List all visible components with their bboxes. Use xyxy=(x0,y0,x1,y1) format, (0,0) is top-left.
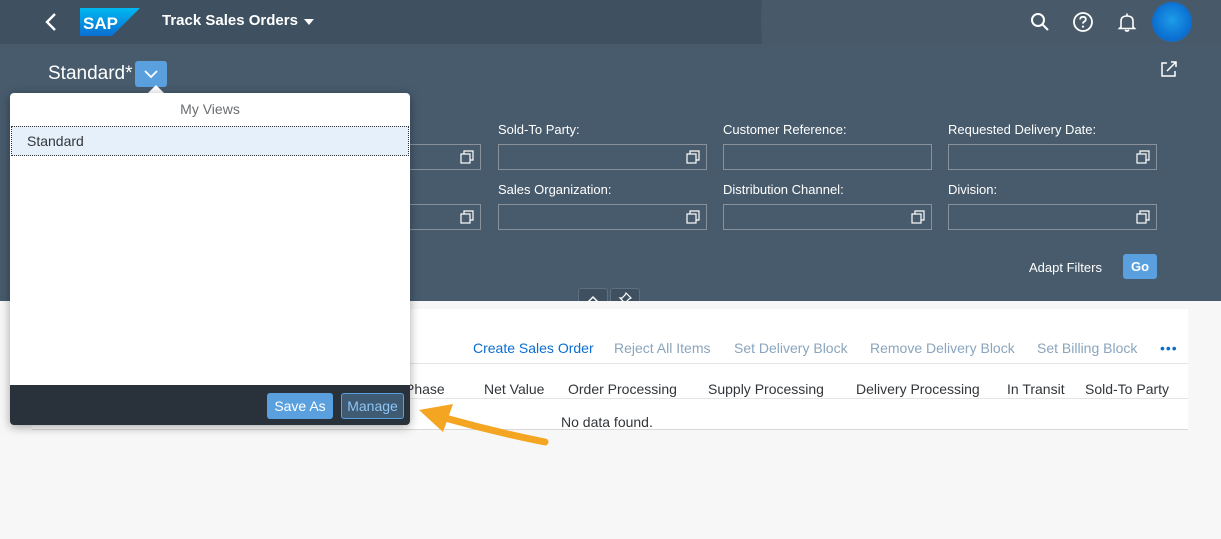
filter-label-requested-delivery-date: Requested Delivery Date: xyxy=(948,122,1097,137)
shell-bar: SAP Track Sales Orders xyxy=(0,0,1221,44)
column-header-net-value[interactable]: Net Value xyxy=(484,381,544,397)
distribution-channel-input[interactable] xyxy=(723,204,932,230)
value-help-icon[interactable] xyxy=(686,150,700,164)
filter-label-customer-reference: Customer Reference: xyxy=(723,122,847,137)
division-input[interactable] xyxy=(948,204,1157,230)
back-icon xyxy=(45,13,56,31)
annotation-arrow-icon xyxy=(419,404,549,446)
create-sales-order-button[interactable]: Create Sales Order xyxy=(473,340,594,356)
filter-label-distribution-channel: Distribution Channel: xyxy=(723,182,844,197)
chevron-down-icon xyxy=(143,70,158,79)
my-views-popover: My Views Standard Save As Manage xyxy=(10,93,410,425)
filter-label-sales-organization: Sales Organization: xyxy=(498,182,612,197)
overflow-more-button[interactable]: ••• xyxy=(1160,340,1178,356)
divider xyxy=(32,429,1188,430)
help-icon xyxy=(1073,12,1093,32)
value-help-icon xyxy=(460,150,474,164)
remove-delivery-block-button[interactable]: Remove Delivery Block xyxy=(870,340,1015,356)
variant-management[interactable]: Standard* xyxy=(48,61,167,87)
share-icon xyxy=(1161,61,1177,77)
sap-logo[interactable]: SAP xyxy=(80,8,140,36)
column-header-order-processing[interactable]: Order Processing xyxy=(568,381,677,397)
column-header-phase[interactable]: Phase xyxy=(405,381,445,397)
popover-footer: Save As Manage xyxy=(10,385,410,425)
logo-text: SAP xyxy=(83,14,118,33)
app-title: Track Sales Orders xyxy=(162,12,298,29)
value-help-icon xyxy=(460,210,474,224)
search-button[interactable] xyxy=(1028,10,1052,34)
app-title-menu[interactable]: Track Sales Orders xyxy=(162,12,314,29)
requested-delivery-date-input[interactable] xyxy=(948,144,1157,170)
back-button[interactable] xyxy=(38,8,66,36)
set-billing-block-button[interactable]: Set Billing Block xyxy=(1037,340,1137,356)
no-data-text: No data found. xyxy=(561,414,653,430)
column-header-supply-processing[interactable]: Supply Processing xyxy=(708,381,824,397)
column-header-delivery-processing[interactable]: Delivery Processing xyxy=(856,381,980,397)
variant-dropdown-button[interactable] xyxy=(134,61,167,87)
value-help-icon[interactable] xyxy=(1136,150,1150,164)
bell-icon xyxy=(1117,13,1137,32)
value-help-icon[interactable] xyxy=(1136,210,1150,224)
column-header-in-transit[interactable]: In Transit xyxy=(1007,381,1065,397)
value-help-icon[interactable] xyxy=(686,210,700,224)
column-header-sold-to-party[interactable]: Sold-To Party xyxy=(1085,381,1169,397)
customer-reference-input[interactable] xyxy=(723,144,932,170)
adapt-filters-button[interactable]: Adapt Filters xyxy=(1029,260,1102,275)
set-delivery-block-button[interactable]: Set Delivery Block xyxy=(734,340,848,356)
popover-title: My Views xyxy=(180,101,240,117)
notifications-button[interactable] xyxy=(1115,10,1139,34)
save-as-button[interactable]: Save As xyxy=(267,393,333,419)
variant-name: Standard* xyxy=(48,63,133,84)
value-help-icon[interactable] xyxy=(911,210,925,224)
popover-arrow xyxy=(148,85,164,93)
caret-down-icon xyxy=(303,18,314,25)
reject-all-items-button[interactable]: Reject All Items xyxy=(614,340,710,356)
filter-label-sold-to-party: Sold-To Party: xyxy=(498,122,580,137)
search-icon xyxy=(1031,13,1049,31)
share-button[interactable] xyxy=(1159,59,1179,79)
help-button[interactable] xyxy=(1071,10,1095,34)
view-item-standard[interactable]: Standard xyxy=(11,126,409,156)
sold-to-party-input[interactable] xyxy=(498,144,707,170)
manage-button[interactable]: Manage xyxy=(341,393,404,419)
filter-label-division: Division: xyxy=(948,182,998,197)
sales-organization-input[interactable] xyxy=(498,204,707,230)
user-avatar[interactable] xyxy=(1152,2,1192,42)
go-button[interactable]: Go xyxy=(1123,254,1157,279)
